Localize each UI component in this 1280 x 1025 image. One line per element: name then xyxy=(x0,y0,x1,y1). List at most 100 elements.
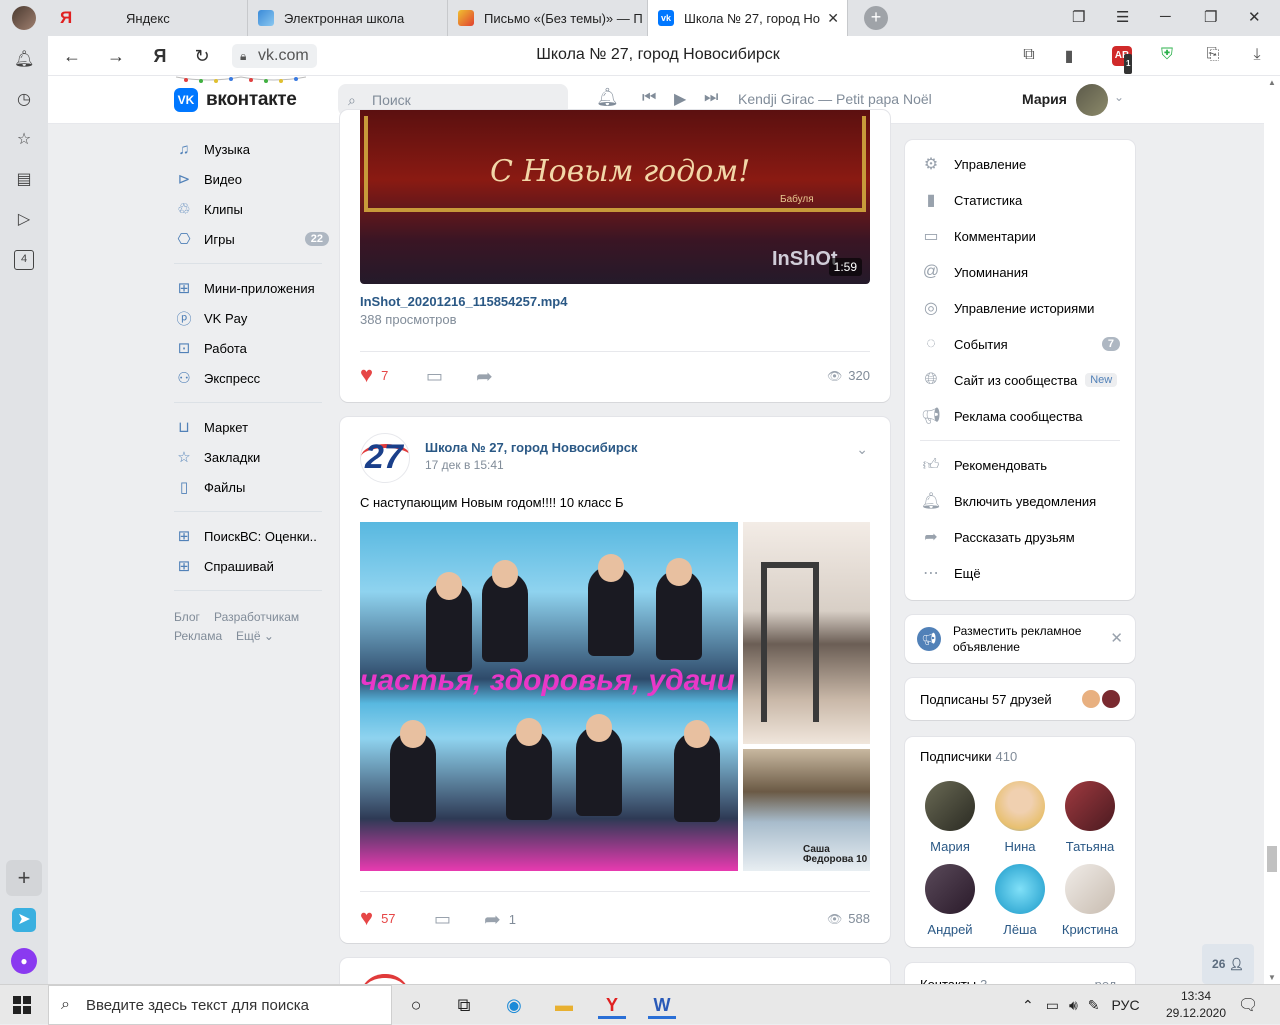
bookmark-icon[interactable]: ▮ xyxy=(1058,46,1080,66)
menu-item-clips[interactable]: ♲ Клипы xyxy=(174,194,329,224)
add-panel-icon[interactable]: + xyxy=(6,860,42,896)
scroll-up-icon[interactable]: ▲ xyxy=(1268,78,1276,87)
post-date[interactable]: 17 дек в 15:41 xyxy=(425,458,504,472)
bookmark-window-icon[interactable]: ❐ xyxy=(1072,8,1085,26)
restore-icon[interactable]: ❐ xyxy=(1204,8,1217,26)
user-avatar[interactable] xyxy=(1076,84,1108,116)
pen-icon[interactable]: ✎ xyxy=(1088,997,1100,1014)
collections-icon[interactable]: ▤ xyxy=(14,170,34,190)
yandex-home-icon[interactable]: Я xyxy=(150,46,170,67)
post-photo-main[interactable]: частья, здоровья, удачи xyxy=(360,522,738,871)
menu-item-express[interactable]: ⚇ Экспресс xyxy=(174,363,329,393)
minimize-icon[interactable]: ─ xyxy=(1160,8,1171,25)
comment-button[interactable]: ▭ xyxy=(434,909,451,930)
footer-link-more[interactable]: Ещё ⌄ xyxy=(236,629,274,643)
share-button[interactable]: ➦ 1 xyxy=(484,907,516,932)
friends-subscribed-card[interactable]: Подписаны 57 друзей xyxy=(905,678,1135,720)
user-name[interactable]: Мария xyxy=(1022,91,1067,107)
scrollbar[interactable]: ▲ ▼ xyxy=(1264,76,1280,984)
task-view-icon[interactable]: ⧉ xyxy=(450,991,478,1019)
counter-icon[interactable]: 4 xyxy=(14,250,34,270)
post-author[interactable]: Школа № 27, город Новосибирск xyxy=(425,440,638,455)
create-ad-card[interactable]: 📢︎ Разместить рекламное объявление ✕ xyxy=(905,615,1135,663)
language-indicator[interactable]: РУС xyxy=(1112,997,1140,1013)
cortana-icon[interactable]: ○ xyxy=(402,991,430,1019)
chevron-down-icon[interactable]: ⌄ xyxy=(856,441,868,458)
footer-link-developers[interactable]: Разработчикам xyxy=(214,610,299,624)
translate-icon[interactable]: ⎘ xyxy=(1202,46,1224,64)
back-icon[interactable]: ← xyxy=(62,46,82,67)
menu-item-bookmarks[interactable]: ☆ Закладки xyxy=(174,442,329,472)
action-notifications[interactable]: 🔔︎ Включить уведомления xyxy=(920,483,1120,519)
subscriber[interactable]: Кристина xyxy=(1055,864,1125,937)
reload-icon[interactable]: ↻ xyxy=(192,46,212,67)
action-events[interactable]: ◌ События 7 xyxy=(920,326,1120,362)
menu-icon[interactable]: ☰ xyxy=(1116,8,1129,26)
footer-link-blog[interactable]: Блог xyxy=(174,610,200,624)
menu-item-sprashivai[interactable]: ⊞ Спрашивай xyxy=(174,551,329,581)
like-button[interactable]: ♥ 57 xyxy=(360,905,396,931)
play-track-icon[interactable]: ▶ xyxy=(674,89,686,109)
close-icon[interactable]: ✕ xyxy=(1110,629,1123,647)
notification-center-icon[interactable]: 🗨︎ xyxy=(1238,995,1258,1015)
previous-track-icon[interactable]: ⏮ xyxy=(642,89,656,107)
action-manage[interactable]: ⚙ Управление xyxy=(920,146,1120,182)
like-button[interactable]: ♥ 7 xyxy=(360,362,388,388)
tab-mail[interactable]: Письмо «(Без темы)» — П xyxy=(448,0,648,36)
action-mentions[interactable]: @ Упоминания xyxy=(920,254,1120,290)
tab-school[interactable]: Электронная школа xyxy=(248,0,448,36)
action-site[interactable]: 🌐︎ Сайт из сообщества New xyxy=(920,362,1120,398)
subscriber[interactable]: Андрей xyxy=(915,864,985,937)
post-photo-painting[interactable]: Саша Федорова 10 xyxy=(743,749,870,871)
menu-item-vkpay[interactable]: ⓟ VK Pay xyxy=(174,303,329,333)
tabs-icon[interactable]: ⧉ xyxy=(1018,46,1040,64)
video-player[interactable]: С Новым годом! Бабуля InShOt 1:59 xyxy=(360,110,870,284)
close-tab-icon[interactable]: ✕ xyxy=(827,10,839,27)
comment-button[interactable]: ▭ xyxy=(426,366,443,387)
action-stats[interactable]: ▮ Статистика xyxy=(920,182,1120,218)
chevron-up-icon[interactable]: ⌃ xyxy=(1022,997,1034,1014)
new-tab-button[interactable]: + xyxy=(864,6,888,30)
star-icon[interactable]: ☆ xyxy=(14,130,34,150)
menu-item-work[interactable]: ⊡ Работа xyxy=(174,333,329,363)
action-recommend[interactable]: 👍︎ Рекомендовать xyxy=(920,447,1120,483)
chat-button[interactable]: 26 👤︎ xyxy=(1202,944,1254,984)
vk-logo[interactable]: VK вконтакте xyxy=(174,88,297,112)
subscriber[interactable]: Нина xyxy=(985,781,1055,854)
action-more[interactable]: ⋯ Ещё xyxy=(920,555,1120,591)
subscribers-header[interactable]: Подписчики 410 xyxy=(920,749,1017,764)
footer-link-ads[interactable]: Реклама xyxy=(174,629,222,643)
system-clock[interactable]: 13:34 29.12.2020 xyxy=(1160,988,1232,1022)
action-stories[interactable]: ◎ Управление историями xyxy=(920,290,1120,326)
menu-item-video[interactable]: ⊳ Видео xyxy=(174,164,329,194)
share-button[interactable]: ➦ xyxy=(476,364,493,389)
taskbar-search-input[interactable]: ⌕ Введите здесь текст для поиска xyxy=(48,985,392,1025)
download-icon[interactable]: ⤓ xyxy=(1246,46,1268,64)
menu-item-music[interactable]: ♫ Музыка xyxy=(174,134,329,164)
tab-yandex[interactable]: Яндекс xyxy=(84,0,248,36)
word-icon[interactable]: W xyxy=(648,991,676,1019)
subscriber[interactable]: Татьяна xyxy=(1055,781,1125,854)
scroll-down-icon[interactable]: ▼ xyxy=(1268,973,1276,982)
post-photo-window[interactable] xyxy=(743,522,870,744)
alice-icon[interactable]: ● xyxy=(11,948,37,974)
next-track-icon[interactable]: ⏭ xyxy=(704,89,718,107)
close-window-icon[interactable]: ✕ xyxy=(1248,8,1261,26)
menu-item-files[interactable]: ▯ Файлы xyxy=(174,472,329,502)
file-explorer-icon[interactable]: ▬ xyxy=(550,991,578,1019)
volume-icon[interactable]: 🔊︎ xyxy=(1069,997,1078,1014)
notifications-bell-icon[interactable]: 🔔︎ xyxy=(596,87,619,108)
forward-icon[interactable]: → xyxy=(106,46,126,67)
subscriber[interactable]: Лёша xyxy=(985,864,1055,937)
action-comments[interactable]: ▭ Комментарии xyxy=(920,218,1120,254)
school-avatar[interactable]: 27 xyxy=(360,433,410,483)
windows-start-icon[interactable] xyxy=(12,995,32,1015)
menu-item-market[interactable]: ⊔ Маркет xyxy=(174,412,329,442)
action-ads[interactable]: 📢︎ Реклама сообщества xyxy=(920,398,1120,434)
url-field[interactable]: 🔒︎ vk.com xyxy=(232,44,317,68)
scroll-thumb[interactable] xyxy=(1267,846,1277,872)
menu-item-poiskvs[interactable]: ⊞ ПоискВС: Оценки.. xyxy=(174,521,329,551)
yandex-icon[interactable]: Я xyxy=(60,8,72,28)
menu-item-games[interactable]: ⎔ Игры 22 xyxy=(174,224,329,254)
chevron-down-icon[interactable]: ⌄ xyxy=(1114,90,1124,104)
